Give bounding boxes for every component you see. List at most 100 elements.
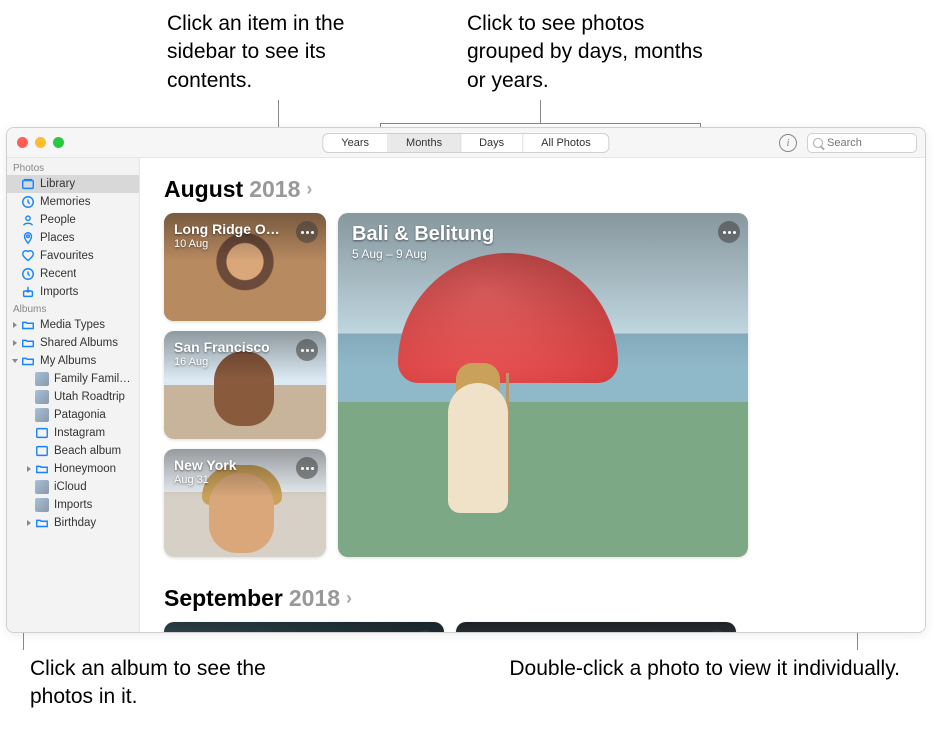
- disclosure-triangle-icon: [27, 466, 31, 472]
- more-button[interactable]: [296, 221, 318, 243]
- segment-months[interactable]: Months: [388, 134, 461, 152]
- year-label: 2018: [289, 585, 340, 612]
- callout-line: [540, 100, 541, 123]
- disclosure-triangle-icon: [13, 322, 17, 328]
- sidebar-item-icloud[interactable]: iCloud: [7, 478, 139, 496]
- photo-card[interactable]: Long Ridge Ope…10 Aug: [164, 213, 326, 321]
- month-label: August: [164, 176, 243, 203]
- sidebar-item-media-types[interactable]: Media Types: [7, 316, 139, 334]
- sidebar-section-title: Albums: [7, 301, 139, 316]
- sidebar-item-library[interactable]: Library: [7, 175, 139, 193]
- more-button[interactable]: [718, 221, 740, 243]
- photo-card[interactable]: San Francisco16 Aug: [164, 331, 326, 439]
- sidebar: Photos Library Memories People Places Favouri…: [7, 158, 140, 632]
- chevron-right-icon: ›: [306, 179, 312, 200]
- sidebar-item-my-albums[interactable]: My Albums: [7, 352, 139, 370]
- sidebar-item-label: Beach album: [54, 445, 121, 457]
- year-label: 2018: [249, 176, 300, 203]
- sidebar-item-label: Recent: [40, 268, 76, 280]
- heart-icon: [21, 249, 35, 263]
- album-icon: [35, 426, 49, 440]
- close-window-button[interactable]: [17, 137, 28, 148]
- card-title: Bali & Belitung: [352, 223, 494, 246]
- sidebar-section-title: Photos: [7, 160, 139, 175]
- sidebar-item-label: iCloud: [54, 481, 87, 493]
- card-date: 16 Aug: [174, 356, 208, 368]
- album-thumbnail-icon: [35, 480, 49, 494]
- card-date: 5 Aug – 9 Aug: [352, 247, 427, 261]
- sidebar-item-recent[interactable]: Recent: [7, 265, 139, 283]
- disclosure-triangle-icon: [12, 359, 18, 363]
- more-button[interactable]: [296, 339, 318, 361]
- sidebar-item-imports[interactable]: Imports: [7, 496, 139, 514]
- folder-icon: [35, 516, 49, 530]
- content-area: August2018›Long Ridge Ope…10 AugSan Fran…: [140, 158, 925, 632]
- sidebar-item-memories[interactable]: Memories: [7, 193, 139, 211]
- month-header[interactable]: September2018 ›: [164, 585, 901, 612]
- sidebar-item-label: Shared Albums: [40, 337, 118, 349]
- sidebar-item-label: Instagram: [54, 427, 105, 439]
- sidebar-item-label: Patagonia: [54, 409, 106, 421]
- titlebar: YearsMonthsDaysAll Photos i: [7, 128, 925, 158]
- segment-all-photos[interactable]: All Photos: [523, 134, 609, 152]
- sidebar-item-birthday[interactable]: Birthday: [7, 514, 139, 532]
- view-segmented-control: YearsMonthsDaysAll Photos: [322, 133, 609, 153]
- album-thumbnail-icon: [35, 390, 49, 404]
- sidebar-item-family-family-[interactable]: Family Family…: [7, 370, 139, 388]
- sidebar-item-label: People: [40, 214, 76, 226]
- album-thumbnail-icon: [35, 498, 49, 512]
- sidebar-item-imports[interactable]: Imports: [7, 283, 139, 301]
- more-button[interactable]: [296, 457, 318, 479]
- sidebar-item-label: Honeymoon: [54, 463, 116, 475]
- segment-years[interactable]: Years: [323, 134, 388, 152]
- cards-row: Belitung11 Sep – 15 Sep Moss Beach30 Sep: [164, 622, 901, 632]
- search-field[interactable]: [807, 133, 917, 153]
- photo-card[interactable]: Moss Beach30 Sep: [456, 622, 736, 632]
- sidebar-item-instagram[interactable]: Instagram: [7, 424, 139, 442]
- sidebar-item-people[interactable]: People: [7, 211, 139, 229]
- card-title: San Francisco: [174, 339, 270, 355]
- folder-icon: [35, 462, 49, 476]
- sidebar-item-label: Library: [40, 178, 75, 190]
- callout-top-right: Click to see photos grouped by days, mon…: [467, 10, 727, 95]
- chevron-right-icon: ›: [346, 588, 352, 609]
- search-input[interactable]: [827, 137, 907, 149]
- callout-top-left: Click an item in the sidebar to see its …: [167, 10, 387, 95]
- sidebar-item-label: Favourites: [40, 250, 94, 262]
- sidebar-item-label: Places: [40, 232, 75, 244]
- sidebar-item-honeymoon[interactable]: Honeymoon: [7, 460, 139, 478]
- folder-icon: [21, 354, 35, 368]
- month-label: September: [164, 585, 283, 612]
- disclosure-triangle-icon: [27, 520, 31, 526]
- sidebar-item-utah-roadtrip[interactable]: Utah Roadtrip: [7, 388, 139, 406]
- import-icon: [21, 285, 35, 299]
- minimize-window-button[interactable]: [35, 137, 46, 148]
- photo-card[interactable]: New YorkAug 31: [164, 449, 326, 557]
- sidebar-item-favourites[interactable]: Favourites: [7, 247, 139, 265]
- folder-icon: [21, 336, 35, 350]
- segment-days[interactable]: Days: [461, 134, 523, 152]
- sidebar-item-label: Imports: [40, 286, 78, 298]
- sidebar-item-shared-albums[interactable]: Shared Albums: [7, 334, 139, 352]
- callout-bottom-left: Click an album to see the photos in it.: [30, 655, 280, 712]
- callout-line: [278, 100, 279, 127]
- zoom-window-button[interactable]: [53, 137, 64, 148]
- sidebar-item-patagonia[interactable]: Patagonia: [7, 406, 139, 424]
- card-overlay: [338, 213, 748, 557]
- search-icon: [813, 138, 823, 148]
- folder-icon: [21, 318, 35, 332]
- sidebar-item-label: Media Types: [40, 319, 105, 331]
- sidebar-item-places[interactable]: Places: [7, 229, 139, 247]
- card-title: Belitung: [174, 630, 230, 632]
- sidebar-item-label: Birthday: [54, 517, 96, 529]
- card-title: New York: [174, 457, 237, 473]
- info-button[interactable]: i: [779, 134, 797, 152]
- pin-icon: [21, 231, 35, 245]
- album-thumbnail-icon: [35, 408, 49, 422]
- small-cards-column: Long Ridge Ope…10 AugSan Francisco16 Aug…: [164, 213, 326, 557]
- month-header[interactable]: August2018 ›: [164, 176, 901, 203]
- photo-card[interactable]: Bali & Belitung5 Aug – 9 Aug: [338, 213, 748, 557]
- photo-card[interactable]: Belitung11 Sep – 15 Sep: [164, 622, 444, 632]
- sidebar-item-beach-album[interactable]: Beach album: [7, 442, 139, 460]
- sidebar-item-label: My Albums: [40, 355, 96, 367]
